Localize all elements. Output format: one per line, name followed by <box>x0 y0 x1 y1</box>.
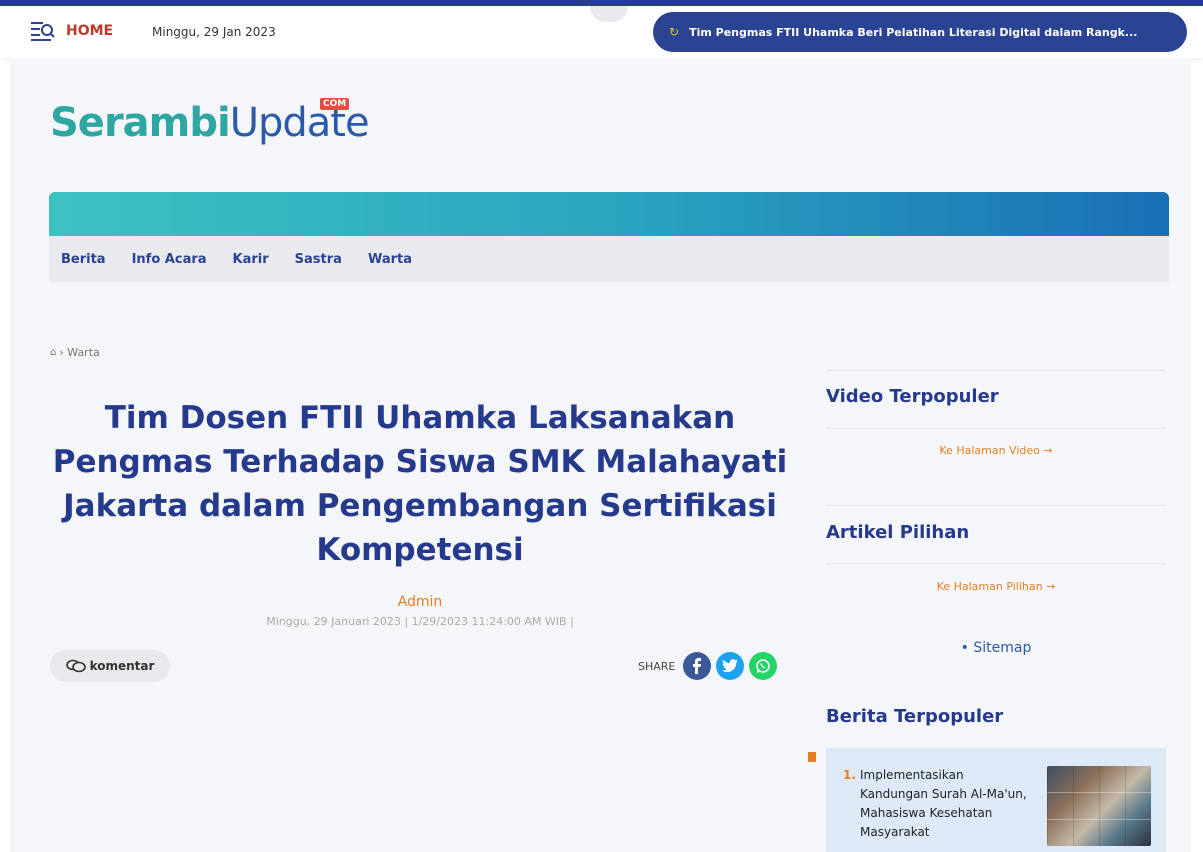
sidebar-divider <box>826 428 1166 429</box>
popular-item-number: 1. <box>843 768 856 782</box>
popular-item-title[interactable]: Implementasikan Kandungan Surah Al-Ma'un… <box>860 766 1035 842</box>
main-nav: Berita Info Acara Karir Sastra Warta <box>49 236 1169 282</box>
nav-item-info-acara[interactable]: Info Acara <box>132 252 207 267</box>
news-ticker[interactable]: ↻ Tim Pengmas FTII Uhamka Beri Pelatihan… <box>653 12 1187 52</box>
pilihan-page-link[interactable]: Ke Halaman Pilihan → <box>826 580 1166 593</box>
nav-item-berita[interactable]: Berita <box>61 252 106 267</box>
whatsapp-share-button[interactable] <box>749 652 778 680</box>
home-label[interactable]: HOME <box>66 23 113 39</box>
berita-terpopuler-heading: Berita Terpopuler <box>826 706 1004 727</box>
breadcrumb-current[interactable]: Warta <box>67 346 100 359</box>
comment-label: komentar <box>89 659 155 673</box>
facebook-share-button[interactable] <box>683 652 712 680</box>
home-icon[interactable]: ⌂ <box>50 347 56 358</box>
comment-button[interactable]: komentar <box>50 650 170 682</box>
logo-part-serambi: Serambi <box>50 100 231 146</box>
facebook-icon <box>693 658 702 674</box>
twitter-share-button[interactable] <box>716 652 745 680</box>
popular-marker <box>808 752 816 762</box>
logo-com-badge: COM <box>320 98 350 110</box>
article-author[interactable]: Admin <box>50 594 790 610</box>
nav-item-karir[interactable]: Karir <box>233 252 269 267</box>
topbar-tab-decoration <box>590 6 628 22</box>
header-gradient-bar <box>49 192 1169 236</box>
comment-icon <box>65 659 86 673</box>
sidebar-divider <box>826 370 1166 371</box>
refresh-icon: ↻ <box>669 25 680 39</box>
sitemap-link[interactable]: • Sitemap <box>826 640 1166 656</box>
breadcrumb: ⌂ › Warta <box>50 346 100 359</box>
video-terpopuler-heading: Video Terpopuler <box>826 386 999 407</box>
menu-search-icon[interactable] <box>30 20 56 42</box>
article-meta: Minggu, 29 Januari 2023 | 1/29/2023 11:2… <box>266 615 574 628</box>
twitter-icon <box>722 659 739 672</box>
sidebar-divider <box>826 505 1166 506</box>
top-bar: HOME Minggu, 29 Jan 2023 ↻ Tim Pengmas F… <box>0 6 1203 58</box>
current-date: Minggu, 29 Jan 2023 <box>152 25 276 39</box>
video-page-link[interactable]: Ke Halaman Video → <box>826 444 1166 457</box>
ticker-headline[interactable]: Tim Pengmas FTII Uhamka Beri Pelatihan L… <box>689 26 1169 39</box>
breadcrumb-separator: › <box>59 346 68 359</box>
share-bar: SHARE <box>638 652 782 680</box>
popular-item-thumbnail[interactable] <box>1047 766 1151 846</box>
whatsapp-icon <box>756 659 771 673</box>
artikel-pilihan-heading: Artikel Pilihan <box>826 522 970 543</box>
nav-item-sastra[interactable]: Sastra <box>295 252 342 267</box>
sidebar-divider <box>826 563 1166 564</box>
nav-item-warta[interactable]: Warta <box>368 252 412 267</box>
home-link[interactable]: HOME <box>30 20 113 42</box>
share-label: SHARE <box>638 659 676 673</box>
article-title: Tim Dosen FTII Uhamka Laksanakan Pengmas… <box>52 400 788 568</box>
